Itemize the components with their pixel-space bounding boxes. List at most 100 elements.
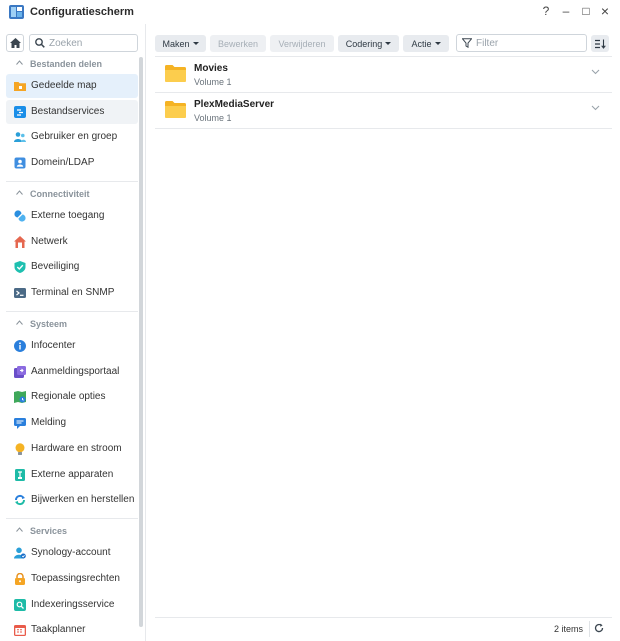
list-footer: 2 items — [155, 617, 612, 639]
filter-icon — [462, 38, 472, 48]
home-icon — [9, 38, 21, 48]
sidebar-item-label: Terminal en SNMP — [31, 287, 115, 298]
folder-name: Movies — [194, 63, 228, 74]
terminal-icon — [14, 288, 26, 298]
section-divider — [6, 181, 138, 182]
domain-ldap-icon — [14, 157, 26, 169]
sidebar-item-label: Synology-account — [31, 547, 111, 558]
window-title: Configuratiescherm — [30, 6, 134, 18]
action-button[interactable]: Actie — [403, 35, 449, 52]
minimize-icon[interactable]: – — [558, 3, 574, 19]
sidebar-item-label: Gedeelde map — [31, 80, 97, 91]
sidebar-item-external-access[interactable]: Externe toegang — [6, 204, 138, 228]
action-button-label: Actie — [411, 38, 432, 49]
sidebar-item-label: Bijwerken en herstellen — [31, 494, 135, 505]
section-title: Connectiviteit — [30, 189, 90, 199]
sidebar-item-label: Externe apparaten — [31, 469, 114, 480]
section-title: Bestanden delen — [30, 59, 103, 69]
list-item[interactable]: PlexMediaServer Volume 1 — [155, 93, 612, 129]
sidebar-item-notification[interactable]: Melding — [6, 411, 138, 435]
section-divider — [6, 311, 138, 312]
create-button[interactable]: Maken — [155, 35, 206, 52]
info-icon — [14, 340, 26, 352]
filter-input[interactable] — [476, 37, 576, 49]
sidebar-item-label: Taakplanner — [31, 624, 86, 635]
delete-button[interactable]: Verwijderen — [270, 35, 334, 52]
sidebar-item-network[interactable]: Netwerk — [6, 230, 138, 254]
chevron-down-icon[interactable] — [591, 69, 600, 75]
sidebar-item-external-devices[interactable]: Externe apparaten — [6, 463, 138, 487]
sidebar-item-label: Bestandservices — [31, 106, 105, 117]
section-title: Services — [30, 526, 68, 536]
sidebar-item-label: Indexeringsservice — [31, 599, 115, 610]
search-icon — [35, 38, 45, 48]
sidebar-item-infocenter[interactable]: Infocenter — [6, 334, 138, 358]
chevron-up-icon — [16, 320, 23, 325]
sidebar-item-label: Gebruiker en groep — [31, 131, 118, 142]
hardware-power-icon — [15, 443, 25, 455]
create-button-label: Maken — [162, 38, 190, 49]
section-title: Systeem — [30, 319, 68, 329]
sidebar-item-label: Toepassingsrechten — [31, 573, 120, 584]
external-access-icon — [14, 210, 26, 222]
refresh-icon[interactable] — [594, 623, 604, 633]
folder-icon — [165, 65, 186, 82]
sidebar-item-label: Externe toegang — [31, 210, 105, 221]
close-icon[interactable]: × — [597, 3, 613, 19]
help-icon[interactable]: ? — [538, 3, 554, 19]
sidebar-item-app-privileges[interactable]: Toepassingsrechten — [6, 567, 138, 591]
sidebar-item-shared-folder[interactable]: Gedeelde map — [6, 74, 138, 98]
sidebar-item-security[interactable]: Beveiliging — [6, 255, 138, 279]
sort-icon — [594, 39, 606, 49]
encoding-button[interactable]: Codering — [338, 35, 399, 52]
sidebar-item-domain-ldap[interactable]: Domein/LDAP — [6, 151, 138, 175]
app-privileges-icon — [15, 573, 25, 585]
section-header-connectivity[interactable]: Connectiviteit — [0, 184, 138, 204]
sidebar-item-file-services[interactable]: Bestandservices — [6, 100, 138, 124]
list-item[interactable]: Movies Volume 1 — [155, 57, 612, 93]
sidebar-item-synology-account[interactable]: Synology-account — [6, 541, 138, 565]
sidebar-search[interactable] — [29, 34, 138, 52]
filter-field[interactable] — [456, 34, 587, 52]
section-header-services[interactable]: Services — [0, 521, 138, 541]
sidebar-item-label: Infocenter — [31, 340, 76, 351]
caret-down-icon — [385, 42, 392, 45]
chevron-up-icon — [16, 60, 23, 65]
search-input[interactable] — [49, 37, 129, 49]
folder-icon — [165, 101, 186, 118]
sidebar-item-update-restore[interactable]: Bijwerken en herstellen — [6, 488, 138, 512]
chevron-up-icon — [16, 190, 23, 195]
chevron-down-icon[interactable] — [591, 105, 600, 111]
caret-down-icon — [192, 42, 199, 45]
main-panel: Maken Bewerken Verwijderen Codering Acti… — [147, 24, 620, 641]
edit-button-label: Bewerken — [217, 38, 259, 49]
sidebar-item-label: Melding — [31, 417, 67, 428]
title-bar: Configuratiescherm ? – □ × — [0, 0, 620, 24]
section-divider — [6, 518, 138, 519]
sidebar-item-label: Netwerk — [31, 236, 68, 247]
sidebar-item-hardware-power[interactable]: Hardware en stroom — [6, 437, 138, 461]
control-panel-app-icon — [9, 5, 24, 19]
section-header-file-sharing[interactable]: Bestanden delen — [0, 54, 138, 74]
chevron-up-icon — [16, 527, 23, 532]
sort-view-button[interactable] — [591, 35, 609, 52]
edit-button[interactable]: Bewerken — [210, 35, 266, 52]
delete-button-label: Verwijderen — [278, 38, 326, 49]
sidebar-item-task-scheduler[interactable]: Taakplanner — [6, 618, 138, 641]
regional-options-icon — [14, 391, 26, 403]
sidebar-item-login-portal[interactable]: Aanmeldingsportaal — [6, 360, 138, 384]
section-header-system[interactable]: Systeem — [0, 314, 138, 334]
sidebar-scrollbar[interactable] — [139, 57, 143, 627]
maximize-icon[interactable]: □ — [578, 3, 594, 19]
sidebar-item-terminal-snmp[interactable]: Terminal en SNMP — [6, 281, 138, 305]
sidebar-item-indexing-service[interactable]: Indexeringsservice — [6, 593, 138, 617]
sidebar-item-user-group[interactable]: Gebruiker en groep — [6, 125, 138, 149]
security-shield-icon — [14, 261, 26, 273]
update-restore-icon — [14, 494, 26, 506]
home-button[interactable] — [6, 34, 24, 52]
indexing-service-icon — [14, 599, 26, 611]
synology-account-icon — [14, 547, 26, 559]
sidebar-item-regional-options[interactable]: Regionale opties — [6, 385, 138, 409]
file-services-icon — [14, 106, 26, 118]
task-scheduler-icon — [14, 625, 26, 636]
